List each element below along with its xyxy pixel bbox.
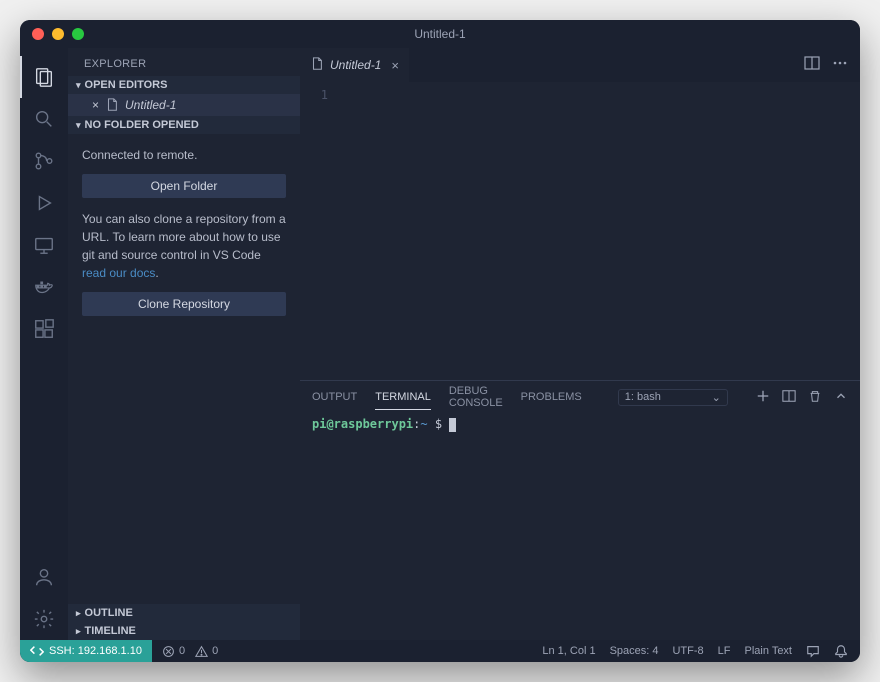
terminal-user: pi@raspberrypi [312,417,413,431]
terminal-body[interactable]: pi@raspberrypi:~ $ [300,413,860,640]
chevron-down-icon: ▾ [76,80,81,91]
docker-tab-icon[interactable] [20,266,68,308]
panel-actions [756,389,860,406]
open-editors-section[interactable]: ▾ OPEN EDITORS [68,76,300,94]
open-editors-label: OPEN EDITORS [85,79,168,91]
minimize-window-button[interactable] [52,28,64,40]
clone-repository-button[interactable]: Clone Repository [82,292,286,316]
kill-terminal-icon[interactable] [808,389,822,406]
status-left: 0 0 [152,645,228,658]
split-terminal-icon[interactable] [782,389,796,406]
titlebar: Untitled-1 [20,20,860,48]
warnings-status[interactable]: 0 [195,645,218,658]
chevron-right-icon: ▸ [76,626,81,637]
timeline-section[interactable]: ▸ TIMELINE [68,622,300,640]
errors-status[interactable]: 0 [162,645,185,658]
feedback-icon[interactable] [806,644,820,658]
clone-help-text: You can also clone a repository from a U… [82,210,286,282]
source-control-tab-icon[interactable] [20,140,68,182]
tab-filename: Untitled-1 [330,58,381,72]
encoding-status[interactable]: UTF-8 [672,645,703,657]
terminal-dollar: $ [435,417,442,431]
bell-icon[interactable] [834,644,848,658]
extensions-tab-icon[interactable] [20,308,68,350]
new-terminal-icon[interactable] [756,389,770,406]
chevron-right-icon: ▸ [76,608,81,619]
debug-console-tab[interactable]: DEBUG CONSOLE [449,379,503,415]
search-tab-icon[interactable] [20,98,68,140]
file-icon [310,57,324,74]
output-tab[interactable]: OUTPUT [312,385,357,409]
open-editor-filename: Untitled-1 [125,98,176,112]
cursor-position-status[interactable]: Ln 1, Col 1 [542,645,595,657]
eol-status[interactable]: LF [718,645,731,657]
maximize-window-button[interactable] [72,28,84,40]
outline-label: OUTLINE [85,607,133,619]
status-right: Ln 1, Col 1 Spaces: 4 UTF-8 LF Plain Tex… [530,644,860,658]
ssh-label: SSH: 192.168.1.10 [49,645,142,657]
connected-text: Connected to remote. [82,146,286,164]
editor[interactable]: 1 [300,82,860,380]
indentation-status[interactable]: Spaces: 4 [610,645,659,657]
status-bar: SSH: 192.168.1.10 0 0 Ln 1, Col 1 Spaces… [20,640,860,662]
chevron-down-icon: ⌄ [712,391,721,404]
terminal-cursor [449,418,456,432]
editor-content[interactable] [344,88,860,380]
window-controls [32,28,84,40]
language-status[interactable]: Plain Text [745,645,793,657]
sidebar-title: EXPLORER [68,48,300,76]
explorer-tab-icon[interactable] [20,56,68,98]
open-editor-item[interactable]: × Untitled-1 [68,94,300,116]
more-actions-icon[interactable] [832,55,848,76]
editor-area: Untitled-1 × 1 OUTP [300,48,860,640]
close-window-button[interactable] [32,28,44,40]
maximize-panel-icon[interactable] [834,389,848,406]
open-folder-button[interactable]: Open Folder [82,174,286,198]
close-tab-icon[interactable]: × [391,58,399,73]
file-icon [105,98,119,112]
bottom-panel: OUTPUT TERMINAL DEBUG CONSOLE PROBLEMS 1… [300,380,860,640]
close-icon[interactable]: × [92,98,99,112]
chevron-down-icon: ▾ [76,120,81,131]
no-folder-label: NO FOLDER OPENED [85,119,199,131]
tab-actions [792,48,860,82]
terminal-selector-label: 1: bash [625,391,661,403]
no-folder-section[interactable]: ▾ NO FOLDER OPENED [68,116,300,134]
problems-tab[interactable]: PROBLEMS [521,385,582,409]
remote-status[interactable]: SSH: 192.168.1.10 [20,640,152,662]
outline-section[interactable]: ▸ OUTLINE [68,604,300,622]
window-title: Untitled-1 [414,27,465,41]
editor-tabs: Untitled-1 × [300,48,860,82]
debug-tab-icon[interactable] [20,182,68,224]
activity-bar [20,48,68,640]
editor-tab[interactable]: Untitled-1 × [300,48,409,82]
split-editor-icon[interactable] [804,55,820,76]
account-icon[interactable] [20,556,68,598]
remote-explorer-tab-icon[interactable] [20,224,68,266]
read-docs-link[interactable]: read our docs [82,266,155,280]
panel-tabs: OUTPUT TERMINAL DEBUG CONSOLE PROBLEMS 1… [300,381,860,413]
terminal-path: ~ [420,417,427,431]
vscode-window: Untitled-1 [20,20,860,662]
no-folder-content: Connected to remote. Open Folder You can… [68,134,300,340]
settings-gear-icon[interactable] [20,598,68,640]
main-body: EXPLORER ▾ OPEN EDITORS × Untitled-1 ▾ N… [20,48,860,640]
line-number: 1 [300,88,344,380]
terminal-tab[interactable]: TERMINAL [375,385,431,410]
timeline-label: TIMELINE [85,625,136,637]
sidebar: EXPLORER ▾ OPEN EDITORS × Untitled-1 ▾ N… [68,48,300,640]
terminal-selector[interactable]: 1: bash ⌄ [618,389,728,406]
